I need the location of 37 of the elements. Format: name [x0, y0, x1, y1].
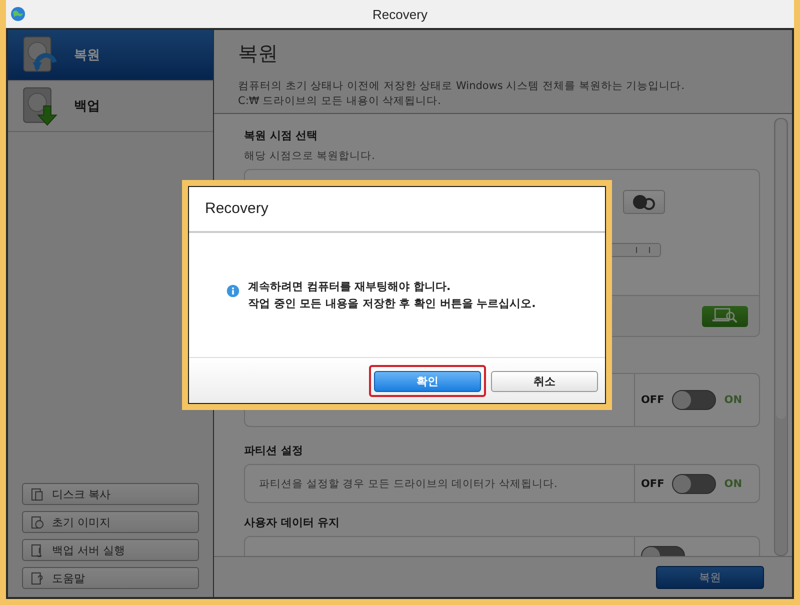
on-label: ON: [724, 394, 742, 406]
toggle-switch[interactable]: [672, 390, 716, 410]
section-subtitle: 해당 시점으로 복원합니다.: [244, 149, 376, 163]
description-text: C:₩ 드라이브의 모든 내용이 삭제됩니다.: [238, 94, 442, 109]
info-icon: [226, 284, 240, 298]
globe-refresh-icon: [632, 194, 656, 210]
dialog-message: 작업 중인 모든 내용을 저장한 후 확인 버튼을 누르십시오.: [248, 296, 536, 312]
tool-button[interactable]: 백업 서버 실행: [22, 539, 199, 561]
description-text: 컴퓨터의 초기 상태나 이전에 저장한 상태로 Windows 시스템 전체를 복원하는 기능입니다.: [238, 79, 686, 94]
tool-button[interactable]: 초기 이미지: [22, 511, 199, 533]
section-title: 사용자 데이터 유지: [244, 515, 341, 530]
option-description: 파티션을 설정할 경우 모든 드라이브의 데이터가 삭제됩니다.: [259, 476, 558, 490]
off-label: OFF: [641, 394, 664, 406]
dialog-message: 계속하려면 컴퓨터를 재부팅해야 합니다.: [248, 279, 452, 295]
scan-button[interactable]: [702, 306, 748, 326]
dialog-title: Recovery: [188, 186, 606, 233]
help-icon: [31, 572, 44, 584]
copy-icon: [31, 488, 44, 500]
tool-button[interactable]: 디스크 복사: [22, 483, 199, 505]
section-title: 복원 시점 선택: [244, 128, 319, 143]
restore-button[interactable]: 복원: [656, 566, 764, 588]
globe-icon: [10, 6, 26, 22]
toggle-switch[interactable]: [672, 474, 716, 494]
sidebar-item[interactable]: 복원: [8, 30, 213, 81]
confirm-button[interactable]: 확인: [374, 371, 481, 392]
refresh-button[interactable]: [623, 190, 665, 214]
page-title: 복원: [238, 40, 279, 67]
laptop-search-icon: [711, 307, 739, 325]
window-title: Recovery: [372, 6, 428, 22]
section-title: 파티션 설정: [244, 443, 304, 458]
drive-download-icon: [20, 86, 60, 126]
on-label: ON: [724, 478, 742, 490]
off-label: OFF: [641, 478, 664, 490]
sidebar-item[interactable]: 백업: [8, 81, 213, 132]
cancel-button[interactable]: 취소: [491, 371, 598, 392]
tool-button[interactable]: 도움말: [22, 567, 199, 589]
scrollbar[interactable]: [774, 118, 788, 556]
